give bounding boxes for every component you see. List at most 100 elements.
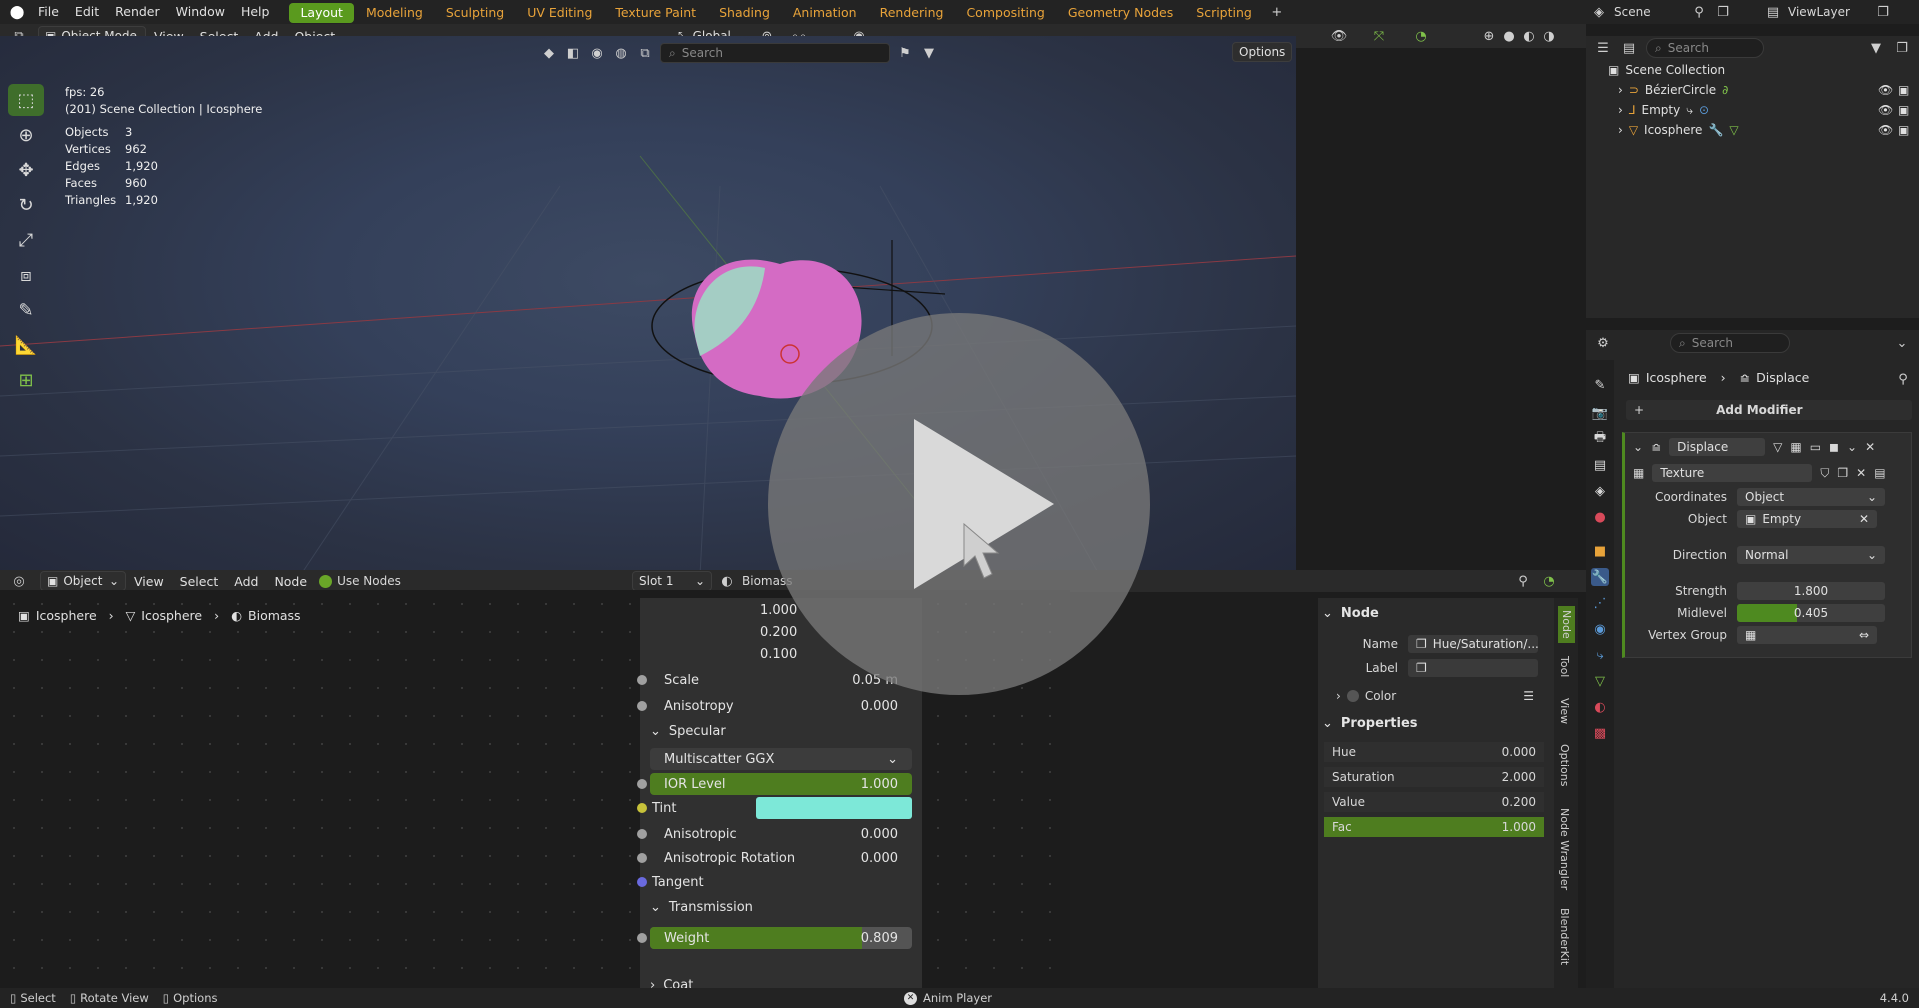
breadcrumb-mesh[interactable]: Icosphere [141,608,202,623]
midlevel-slider[interactable]: 0.405 [1737,604,1885,622]
add-cube-tool-icon[interactable]: ⊞ [8,364,44,396]
particles-tab-icon[interactable]: ⋰ [1591,594,1609,612]
tangent-row[interactable]: Tangent [637,870,922,894]
use-nodes-checkbox[interactable] [319,574,333,588]
constraints-tab-icon[interactable]: ⤷ [1591,646,1609,664]
properties-search-input[interactable]: ⌕ Search [1670,333,1790,353]
add-workspace-icon[interactable]: + [1268,3,1286,21]
pin-node-icon[interactable]: ⚲ [1514,572,1532,590]
node-label-field[interactable]: ❐ [1408,659,1538,677]
use-nodes-toggle[interactable]: Use Nodes [319,574,401,588]
eye-icon[interactable]: 👁 [1878,123,1893,137]
menu-edit[interactable]: Edit [67,0,107,24]
close-icon[interactable]: ✕ [1859,512,1869,526]
render-tab-icon[interactable]: 📷 [1591,404,1609,422]
viewport-search-input[interactable]: ⌕ Search [660,43,890,63]
world-tab-icon[interactable]: ● [1591,508,1609,526]
vertex-group-field[interactable]: ▦ ⇔ [1737,626,1877,644]
play-overlay-button[interactable] [768,313,1150,695]
new-viewlayer-icon[interactable]: ❐ [1874,3,1892,21]
node-menu-add[interactable]: Add [226,574,266,589]
measure-tool-icon[interactable]: 📐 [8,329,44,361]
anisotropy-socket-icon[interactable] [637,701,647,711]
weight-row[interactable]: Weight 0.809 [637,926,922,950]
realtime-toggle-icon[interactable]: ▭ [1810,440,1821,454]
ior-level-row[interactable]: IOR Level 1.000 [637,772,922,796]
eye-icon[interactable]: 👁 [1878,83,1893,97]
output-tab-icon[interactable]: 🖶 [1591,430,1609,448]
list-icon[interactable]: ☰ [1523,689,1534,703]
new-scene-icon[interactable]: ❐ [1714,3,1732,21]
outliner-search-input[interactable]: ⌕ Search [1646,38,1764,58]
overlays-icon[interactable]: ◔ [1412,27,1430,45]
saturation-row[interactable]: Saturation 2.000 [1324,767,1544,787]
weight-slider[interactable]: Weight 0.809 [650,927,912,949]
material-icon[interactable]: ◍ [612,44,630,62]
outliner-item-beziercircle[interactable]: › ⊃ BézierCircle ∂ 👁 ▣ [1586,80,1919,100]
close-circle-icon[interactable]: ✕ [904,991,917,1005]
tab-geometry-nodes[interactable]: Geometry Nodes [1057,3,1184,23]
texture-field[interactable]: Texture [1652,464,1813,482]
pin-icon[interactable]: ⚲ [1690,3,1708,21]
properties-type-icon[interactable]: ⚙ [1594,334,1612,352]
solid-shading-icon[interactable]: ● [1500,27,1518,45]
tangent-socket-icon[interactable] [637,877,647,887]
anim-player-indicator[interactable]: ✕ Anim Player [904,991,992,1005]
ior-level-slider[interactable]: IOR Level 1.000 [650,773,912,795]
tab-sculpting[interactable]: Sculpting [435,3,515,23]
transform-tool-icon[interactable]: ⧈ [8,259,44,291]
strength-field[interactable]: 1.800 [1737,582,1885,600]
menu-render[interactable]: Render [107,0,168,24]
rotate-tool-icon[interactable]: ↻ [8,189,44,221]
properties-section-header[interactable]: ⌄ Properties [1322,716,1418,731]
tab-node[interactable]: Node [1558,606,1575,643]
tab-tool[interactable]: Tool [1558,656,1571,677]
texture-row[interactable]: ▦ Texture ⛉ ❐ ✕ ▤ [1625,463,1912,483]
cursor-tool-icon[interactable]: ⊕ [8,119,44,151]
pin-icon[interactable]: ⚲ [1894,370,1912,388]
collection-filter-icon[interactable]: ◆ [540,44,558,62]
chevron-right-icon[interactable]: › [1618,103,1623,117]
coordinates-dropdown[interactable]: Object ⌄ [1737,488,1885,506]
anisotropy-field[interactable]: Anisotropy 0.000 [650,695,912,717]
duplicate-icon[interactable]: ❐ [1837,466,1848,480]
tint-socket-icon[interactable] [637,803,647,813]
anisotropic-rotation-field[interactable]: Anisotropic Rotation 0.000 [650,847,912,869]
overlay-node-icon[interactable]: ◔ [1540,572,1558,590]
anisotropic-field[interactable]: Anisotropic 0.000 [650,823,912,845]
anisotropic-socket-icon[interactable] [637,829,647,839]
menu-file[interactable]: File [30,0,67,24]
edit-mode-toggle-icon[interactable]: ▽ [1773,440,1782,454]
distribution-dropdown[interactable]: Multiscatter GGX ⌄ [650,748,912,770]
data-tab-icon[interactable]: ▽ [1591,672,1609,690]
tab-blenderkit[interactable]: BlenderKit [1558,908,1571,965]
viewlayer-selector[interactable]: ▤ ViewLayer ❐ [1764,3,1892,21]
render-toggle-icon[interactable]: ◼ [1829,440,1839,454]
tint-row[interactable]: Tint [637,796,922,820]
anisotropy-row[interactable]: Anisotropy 0.000 [637,694,922,718]
camera-icon[interactable]: ▣ [1898,103,1909,117]
transmission-section[interactable]: ⌄ Transmission [650,900,753,915]
tool-tab-icon[interactable]: ✎ [1591,376,1609,394]
breadcrumb-material[interactable]: Biomass [248,608,301,623]
object-type-icon[interactable]: ◧ [564,44,582,62]
object-field[interactable]: ▣ Empty ✕ [1737,510,1877,528]
chevron-down-icon[interactable]: ⌄ [1893,334,1911,352]
camera-icon[interactable]: ▣ [1898,83,1909,97]
options-dropdown[interactable]: Options [1232,42,1292,62]
display-mode-icon[interactable]: ▤ [1620,39,1638,57]
menu-help[interactable]: Help [233,0,278,24]
fac-row[interactable]: Fac 1.000 [1324,817,1544,837]
modifier-name-field[interactable]: Displace [1669,438,1766,456]
tint-color-swatch[interactable] [756,797,912,819]
scene-collection-row[interactable]: ▣ Scene Collection [1586,60,1919,80]
chevron-down-icon[interactable]: ⌄ [1847,440,1857,454]
scale-socket-icon[interactable] [637,675,647,685]
tab-node-wrangler[interactable]: Node Wrangler [1558,808,1571,890]
ior-socket-icon[interactable] [637,779,647,789]
tab-shading[interactable]: Shading [708,3,781,23]
chevron-right-icon[interactable]: › [1618,83,1623,97]
eye-icon[interactable]: 👁 [1878,103,1893,117]
node-menu-node[interactable]: Node [266,574,315,589]
hue-row[interactable]: Hue 0.000 [1324,742,1544,762]
